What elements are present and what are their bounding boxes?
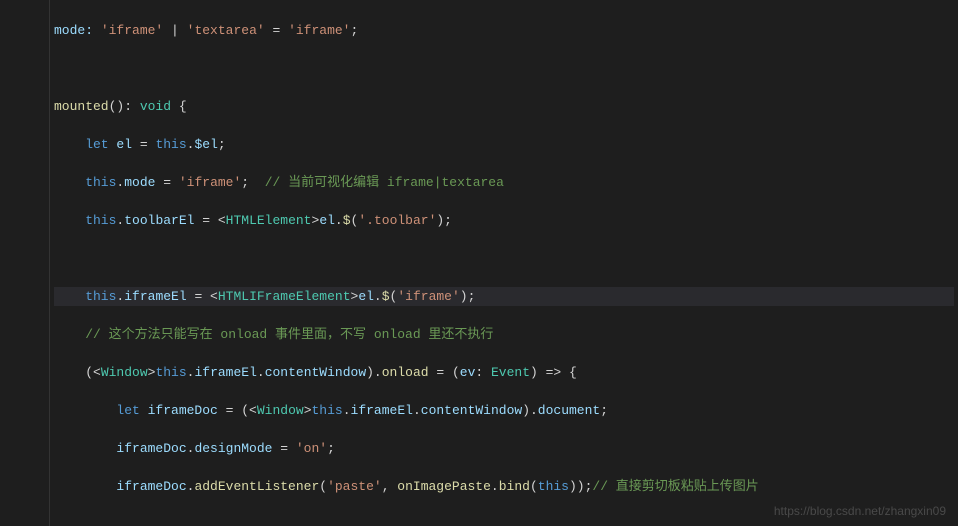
watermark-text: https://blog.csdn.net/zhangxin09 <box>774 504 946 518</box>
code-editor[interactable]: mode: 'iframe' | 'textarea' = 'iframe'; … <box>0 0 958 526</box>
code-content[interactable]: mode: 'iframe' | 'textarea' = 'iframe'; … <box>50 0 958 526</box>
line-gutter <box>0 0 50 526</box>
